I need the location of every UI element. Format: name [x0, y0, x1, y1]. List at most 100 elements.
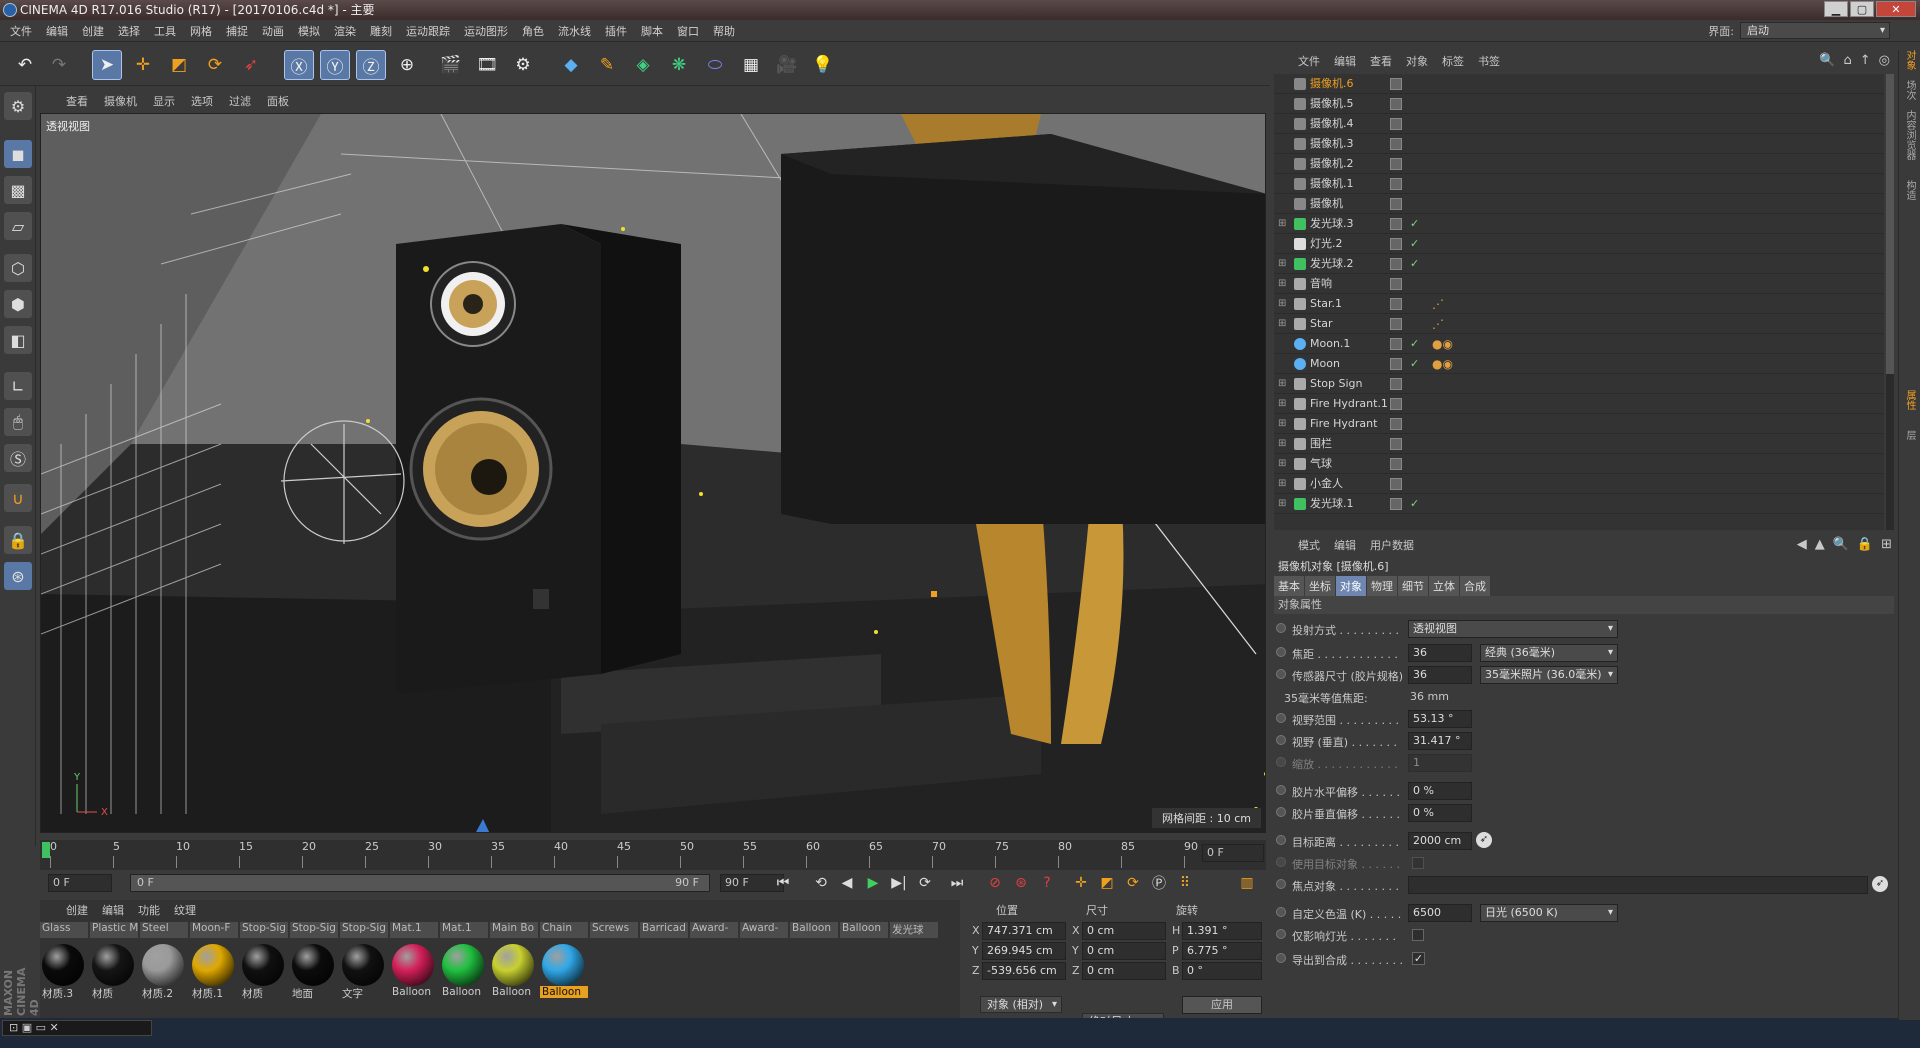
close-button[interactable]: ✕	[1876, 1, 1916, 17]
layer-icon[interactable]	[1390, 338, 1402, 350]
record-active-icon[interactable]: ⊘	[984, 873, 1006, 893]
up-arrow-icon[interactable]: ↑	[1860, 53, 1871, 68]
object-name[interactable]: 摄像机.6	[1310, 74, 1354, 94]
focal-anim-dot[interactable]	[1276, 647, 1286, 657]
material-preview-ball[interactable]	[192, 944, 234, 986]
object-row[interactable]: 摄像机.4	[1274, 114, 1884, 134]
object-row[interactable]: ⊞ Stop Sign	[1274, 374, 1884, 394]
object-tag-icon[interactable]: ●◉	[1432, 354, 1453, 374]
object-name[interactable]: 围栏	[1310, 434, 1332, 454]
object-row[interactable]: ⊞ 围栏	[1274, 434, 1884, 454]
object-row[interactable]: ⊞ Star.1 ⋰	[1274, 294, 1884, 314]
menu-animate[interactable]: 动画	[262, 23, 284, 39]
material-menu-create[interactable]: 创建	[66, 902, 88, 918]
enabled-check-icon[interactable]: ✓	[1410, 334, 1419, 354]
enabled-check-icon[interactable]: ✓	[1410, 494, 1419, 514]
rotate-tool-icon[interactable]: ⟳	[200, 50, 230, 80]
export-anim-dot[interactable]	[1276, 953, 1286, 963]
object-menu-view[interactable]: 查看	[1370, 53, 1392, 69]
size-field[interactable]: 0 cm	[1082, 962, 1166, 980]
expand-icon[interactable]: ⊞	[1278, 214, 1286, 234]
z-axis-lock-icon[interactable]: Ⓩ	[356, 50, 386, 80]
render-to-picture-viewer-icon[interactable]: 🎞	[472, 50, 502, 80]
target-dist-field[interactable]: 2000 cm	[1408, 832, 1472, 850]
layer-icon[interactable]	[1390, 298, 1402, 310]
film-h-anim-dot[interactable]	[1276, 785, 1286, 795]
attr-menu-userdata[interactable]: 用户数据	[1370, 537, 1414, 553]
color-temp-preset-dropdown[interactable]: 日光 (6500 K)	[1480, 904, 1618, 922]
render-settings-icon[interactable]: ⚙	[508, 50, 538, 80]
goto-start-icon[interactable]: ⏮	[772, 873, 794, 893]
coordinate-system-icon[interactable]: ⊕	[392, 50, 422, 80]
perspective-viewport[interactable]: Y X 透视视图 网格间距 : 10 cm	[40, 113, 1266, 833]
enabled-check-icon[interactable]: ✓	[1410, 214, 1419, 234]
attr-tab[interactable]: 坐标	[1305, 576, 1335, 596]
timeline-layout-icon[interactable]: ▥	[1236, 873, 1258, 893]
edges-mode-icon[interactable]: ⬢	[4, 290, 32, 318]
layer-icon[interactable]	[1390, 198, 1402, 210]
play-icon[interactable]: ▶	[862, 873, 884, 893]
keyframe-selection-icon[interactable]: ?	[1036, 873, 1058, 893]
up-arrow-icon[interactable]: ▲	[1815, 537, 1825, 552]
object-name[interactable]: 摄像机.3	[1310, 134, 1354, 154]
expand-icon[interactable]: ⊞	[1278, 254, 1286, 274]
material-swatch-label[interactable]: Screws	[590, 922, 638, 938]
object-name[interactable]: Fire Hydrant.1	[1310, 394, 1388, 414]
scale-tool-icon[interactable]: ◩	[164, 50, 194, 80]
menu-render[interactable]: 渲染	[334, 23, 356, 39]
right-strip-tab[interactable]: 内容浏览器	[1902, 110, 1917, 160]
key-scale-icon[interactable]: ◩	[1096, 873, 1118, 893]
search-icon[interactable]: 🔍	[1833, 537, 1849, 552]
fov-anim-dot[interactable]	[1276, 713, 1286, 723]
material-preview-ball[interactable]	[242, 944, 284, 986]
right-strip-tab[interactable]: 场次	[1902, 80, 1917, 100]
object-name[interactable]: 摄像机.1	[1310, 174, 1354, 194]
layer-icon[interactable]	[1390, 138, 1402, 150]
expand-icon[interactable]: ⊞	[1278, 314, 1286, 334]
object-row[interactable]: 摄像机	[1274, 194, 1884, 214]
search-icon[interactable]: 🔍	[1819, 53, 1835, 68]
attr-tab[interactable]: 细节	[1398, 576, 1428, 596]
material-preview-ball[interactable]	[342, 944, 384, 986]
menu-file[interactable]: 文件	[10, 23, 32, 39]
object-row[interactable]: ⊞ 发光球.2 ✓	[1274, 254, 1884, 274]
object-row[interactable]: Moon ✓ ●◉	[1274, 354, 1884, 374]
prev-frame-icon[interactable]: ◀	[836, 873, 858, 893]
position-field[interactable]: 269.945 cm	[982, 942, 1066, 960]
workplane-snap-icon[interactable]: ⊛	[4, 562, 32, 590]
sensor-anim-dot[interactable]	[1276, 669, 1286, 679]
layer-icon[interactable]	[1390, 378, 1402, 390]
material-menu-edit[interactable]: 编辑	[102, 902, 124, 918]
key-rotation-icon[interactable]: ⟳	[1122, 873, 1144, 893]
expand-icon[interactable]: ⊞	[1278, 414, 1286, 434]
autokey-icon[interactable]: ⊛	[1010, 873, 1032, 893]
menu-motion-tracker[interactable]: 运动跟踪	[406, 23, 450, 39]
film-v-anim-dot[interactable]	[1276, 807, 1286, 817]
scrollbar-thumb[interactable]	[1886, 74, 1894, 374]
material-preview-ball[interactable]	[42, 944, 84, 986]
film-v-field[interactable]: 0 %	[1408, 804, 1472, 822]
layer-icon[interactable]	[1390, 478, 1402, 490]
pick-focus-icon[interactable]: ➶	[1872, 876, 1888, 892]
right-strip-tab[interactable]: 属性	[1902, 390, 1917, 410]
light-icon[interactable]: 💡	[808, 50, 838, 80]
object-row[interactable]: ⊞ 音响	[1274, 274, 1884, 294]
menu-mograph[interactable]: 运动图形	[464, 23, 508, 39]
object-name[interactable]: Moon.1	[1310, 334, 1350, 354]
lock-workplane-icon[interactable]: 🔒	[4, 526, 32, 554]
object-name[interactable]: Fire Hydrant	[1310, 414, 1377, 434]
menu-tools[interactable]: 工具	[154, 23, 176, 39]
rotation-field[interactable]: 1.391 °	[1182, 922, 1262, 940]
attr-tab[interactable]: 合成	[1460, 576, 1490, 596]
object-row[interactable]: 摄像机.3	[1274, 134, 1884, 154]
deformer-icon[interactable]: ⬭	[700, 50, 730, 80]
object-name[interactable]: Star.1	[1310, 294, 1342, 314]
maximize-button[interactable]: ▢	[1850, 1, 1874, 17]
target-dist-anim-dot[interactable]	[1276, 835, 1286, 845]
layer-icon[interactable]	[1390, 498, 1402, 510]
subdivision-surface-icon[interactable]: ◈	[628, 50, 658, 80]
material-swatch-label[interactable]: Award-	[690, 922, 738, 938]
size-field[interactable]: 0 cm	[1082, 942, 1166, 960]
expand-icon[interactable]: ⊞	[1278, 374, 1286, 394]
new-view-icon[interactable]: ◎	[1879, 53, 1890, 68]
